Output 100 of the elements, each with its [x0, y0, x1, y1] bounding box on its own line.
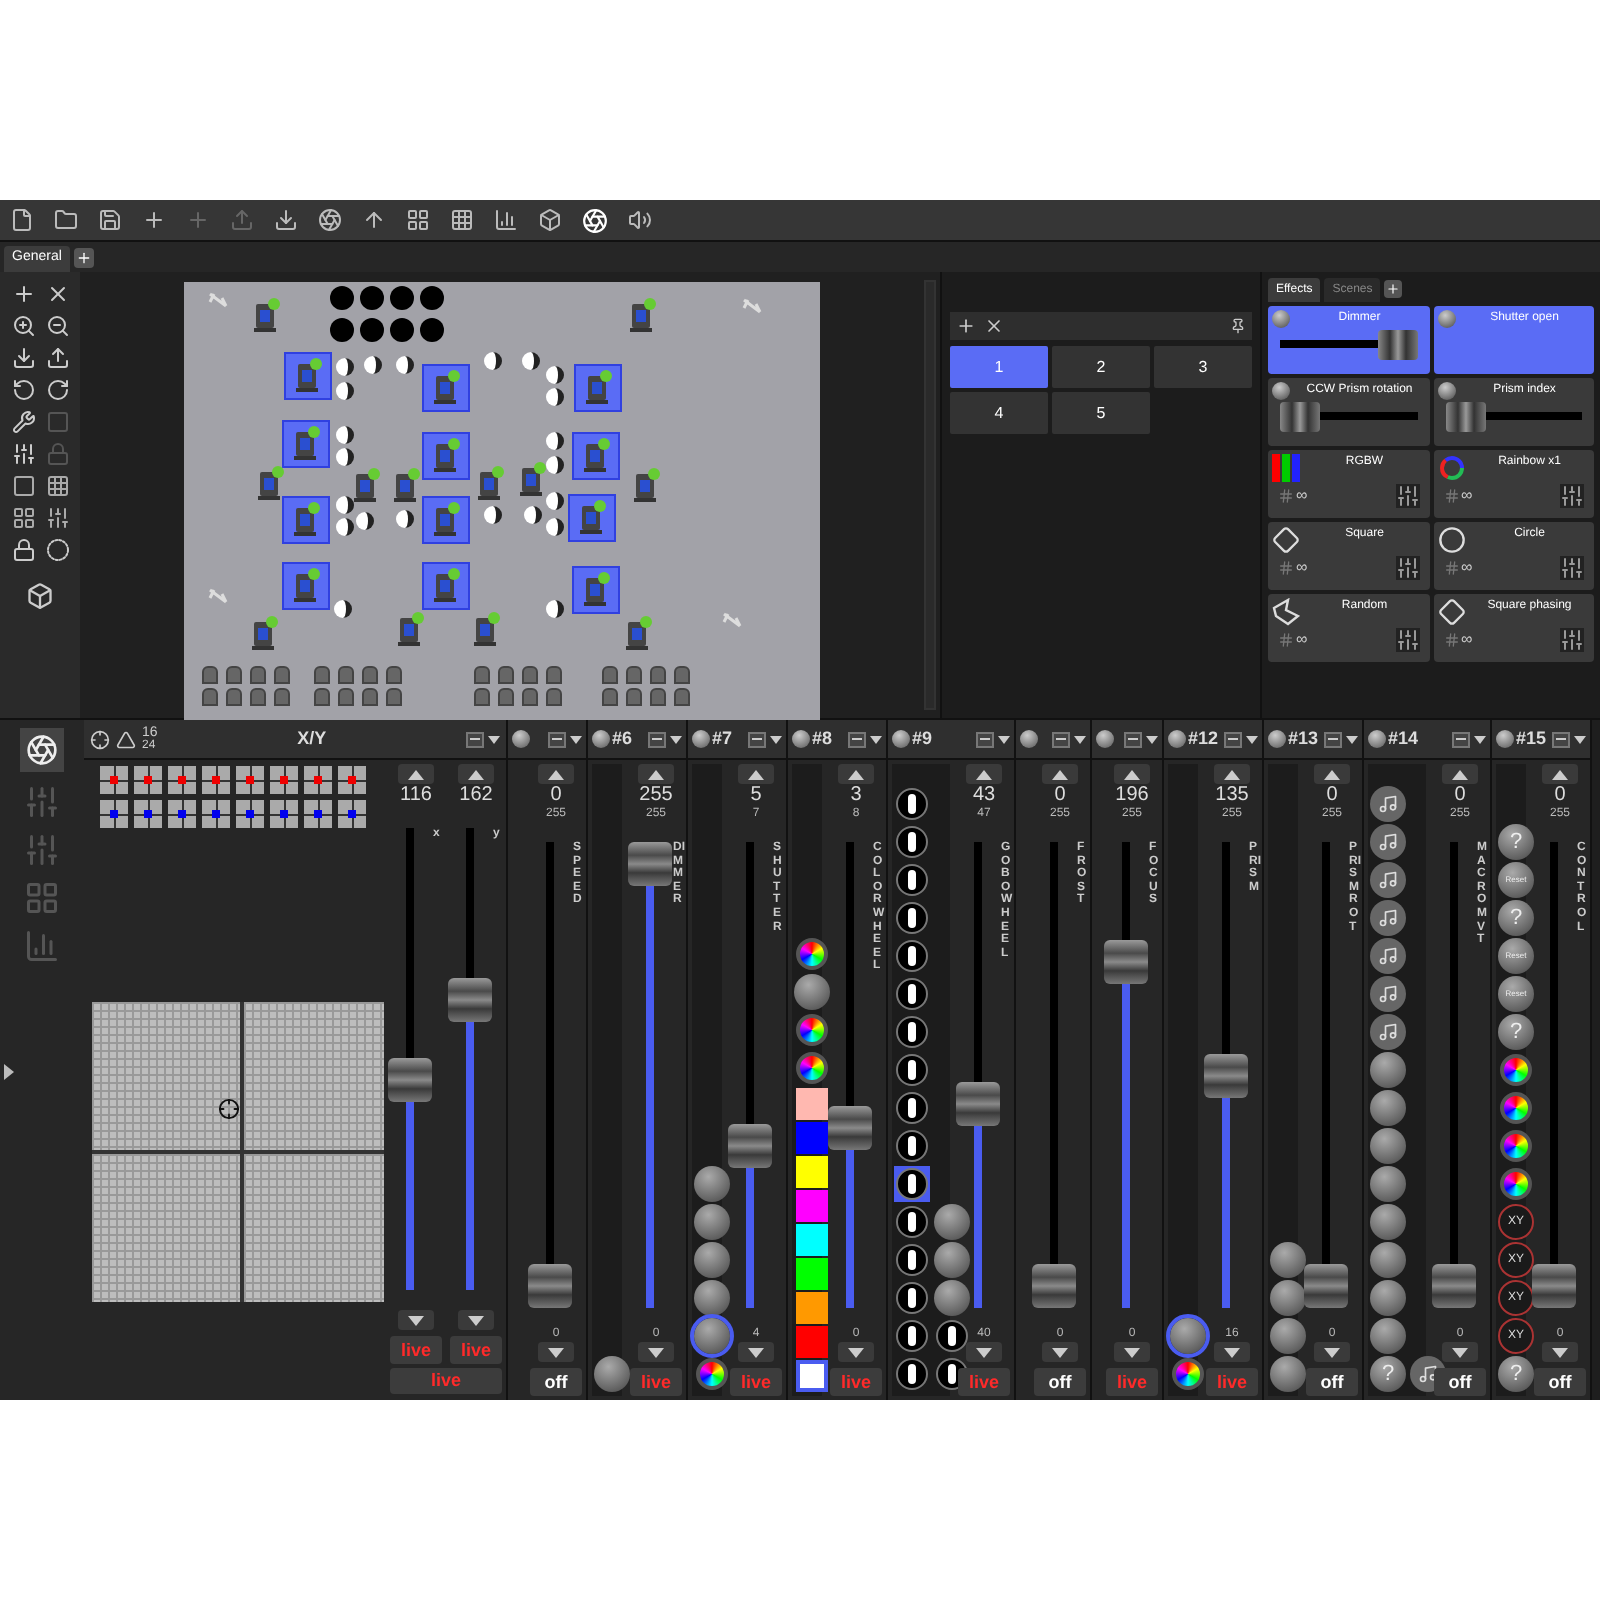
round-light-icon[interactable] — [330, 286, 355, 311]
mode-button[interactable]: off — [1434, 1368, 1486, 1396]
slider-track[interactable] — [1203, 842, 1247, 1308]
moving-head-icon[interactable] — [282, 420, 331, 468]
position-preset-icon[interactable] — [270, 800, 298, 828]
slider-track[interactable] — [1280, 402, 1417, 432]
grid-icon[interactable] — [406, 208, 430, 232]
add-icon[interactable] — [142, 208, 166, 232]
caret-icon[interactable] — [770, 735, 782, 743]
position-preset-icon[interactable] — [236, 766, 264, 794]
grid-icon[interactable] — [450, 208, 474, 232]
caret-icon[interactable] — [670, 735, 682, 743]
gobo-button[interactable] — [894, 1128, 930, 1164]
position-preset-icon[interactable] — [100, 766, 128, 794]
step-up-button[interactable] — [538, 764, 574, 784]
step-down-button[interactable] — [838, 1342, 874, 1362]
step-up-button[interactable] — [1542, 764, 1578, 784]
gobo-button[interactable] — [894, 824, 930, 860]
lock-icon[interactable] — [11, 538, 35, 562]
add-icon[interactable] — [11, 282, 35, 306]
slider-track[interactable] — [827, 842, 871, 1308]
step-up-button[interactable] — [398, 764, 434, 784]
save-icon[interactable] — [98, 208, 122, 232]
preset-button[interactable] — [1270, 1280, 1306, 1316]
caret-icon[interactable] — [1246, 735, 1258, 743]
caret-icon[interactable] — [870, 735, 882, 743]
color-wheel-button[interactable] — [794, 936, 830, 972]
step-down-button[interactable] — [458, 1310, 494, 1330]
fixtures-icon[interactable] — [26, 582, 54, 610]
preset-button[interactable] — [1370, 1090, 1406, 1126]
step-down-button[interactable] — [1314, 1342, 1350, 1362]
moving-head-icon[interactable] — [282, 496, 331, 544]
minimize-button[interactable] — [1324, 731, 1342, 747]
slider-track[interactable] — [727, 842, 771, 1308]
color-wheel-button[interactable] — [694, 1356, 730, 1392]
sliders-icon[interactable] — [24, 832, 60, 868]
step-up-button[interactable] — [1114, 764, 1150, 784]
gobo-button[interactable] — [894, 1356, 930, 1392]
par-can-icon[interactable] — [546, 600, 565, 618]
moving-head-icon[interactable] — [422, 364, 471, 413]
zoom-out-icon[interactable] — [45, 314, 69, 338]
color-wheel-tab-icon[interactable] — [20, 728, 64, 772]
gobo-button[interactable] — [894, 862, 930, 898]
slider-track[interactable] — [1303, 842, 1347, 1308]
slider-track[interactable] — [1445, 402, 1582, 432]
round-light-icon[interactable] — [390, 286, 415, 311]
mirror-icon[interactable] — [116, 729, 136, 749]
slider-track[interactable] — [955, 842, 999, 1308]
music-note-button[interactable] — [1370, 900, 1406, 936]
step-down-button[interactable] — [1542, 1342, 1578, 1362]
page-button[interactable]: 4 — [950, 392, 1048, 434]
step-down-button[interactable] — [638, 1342, 674, 1362]
sliders-icon[interactable] — [24, 784, 60, 820]
preset-button[interactable] — [1170, 1318, 1206, 1354]
slider-thumb[interactable] — [527, 1264, 571, 1308]
caret-icon[interactable] — [488, 735, 500, 743]
music-note-button[interactable] — [1370, 976, 1406, 1012]
page-button[interactable]: 1 — [950, 346, 1048, 388]
round-light-icon[interactable] — [390, 318, 415, 342]
crosshair-icon[interactable] — [90, 729, 110, 749]
cube-icon[interactable] — [538, 208, 562, 232]
minimize-button[interactable] — [1124, 731, 1142, 747]
music-note-button[interactable] — [1370, 938, 1406, 974]
fader-icon[interactable] — [1560, 556, 1584, 580]
step-down-button[interactable] — [538, 1342, 574, 1362]
step-down-button[interactable] — [738, 1342, 774, 1362]
grid-icon[interactable] — [45, 474, 69, 498]
pin-icon[interactable] — [1230, 318, 1246, 334]
preset-button[interactable] — [934, 1204, 970, 1240]
preset-button[interactable] — [694, 1318, 730, 1354]
slider-track[interactable] — [1103, 842, 1147, 1308]
preset-button[interactable] — [934, 1280, 970, 1316]
zoom-in-icon[interactable] — [11, 314, 35, 338]
caret-icon[interactable] — [570, 735, 582, 743]
gobo-button[interactable] — [894, 1090, 930, 1126]
round-light-icon[interactable] — [360, 286, 385, 311]
round-light-icon[interactable] — [420, 318, 445, 342]
gobo-button[interactable] — [894, 1014, 930, 1050]
preset-button[interactable] — [694, 1280, 730, 1316]
slider-thumb[interactable] — [1377, 330, 1417, 360]
preset-button[interactable] — [694, 1242, 730, 1278]
par-can-icon[interactable] — [333, 600, 352, 618]
gobo-button[interactable] — [894, 976, 930, 1012]
color-swatch[interactable] — [796, 1156, 828, 1188]
rotate-right-icon[interactable] — [45, 378, 69, 402]
preset-button[interactable] — [1370, 1128, 1406, 1164]
wrench-icon[interactable] — [11, 410, 35, 434]
slider-thumb[interactable] — [627, 842, 671, 886]
color-swatch[interactable] — [796, 1258, 828, 1290]
slider-track[interactable] — [1280, 330, 1417, 360]
minimize-button[interactable] — [748, 731, 766, 747]
step-up-button[interactable] — [1442, 764, 1478, 784]
fader-icon[interactable] — [1395, 484, 1419, 508]
step-up-button[interactable] — [738, 764, 774, 784]
step-down-button[interactable] — [1042, 1342, 1078, 1362]
par-can-icon[interactable] — [484, 505, 503, 524]
color-wheel-button[interactable] — [794, 1012, 830, 1048]
page-button[interactable]: 2 — [1052, 346, 1150, 388]
page-button[interactable]: 3 — [1154, 346, 1252, 388]
minimize-button[interactable] — [1552, 731, 1570, 747]
